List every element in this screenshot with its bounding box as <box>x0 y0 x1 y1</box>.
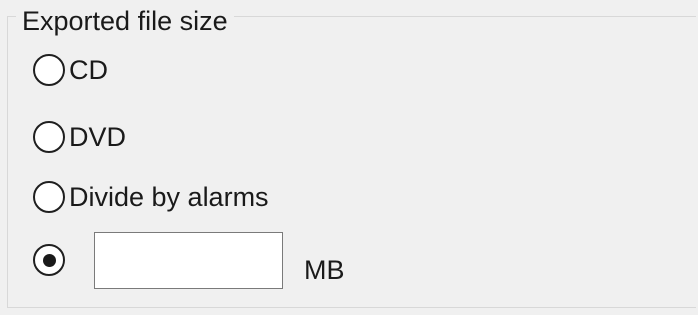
option-dvd[interactable]: DVD <box>33 117 126 157</box>
divide-by-alarms-label: Divide by alarms <box>69 182 269 212</box>
custom-size-input[interactable] <box>94 232 283 289</box>
option-custom-size[interactable] <box>33 240 65 280</box>
cd-label: CD <box>69 55 108 85</box>
option-divide-by-alarms[interactable]: Divide by alarms <box>33 177 269 217</box>
option-cd[interactable]: CD <box>33 50 108 90</box>
dvd-label: DVD <box>69 122 127 152</box>
size-unit-label: MB <box>304 255 345 285</box>
custom-size-radio-button[interactable] <box>33 244 65 276</box>
divide-by-alarms-radio-button[interactable] <box>33 181 65 213</box>
groupbox-title: Exported file size <box>16 2 234 40</box>
cd-radio-button[interactable] <box>33 54 65 86</box>
dvd-radio-button[interactable] <box>33 121 65 153</box>
